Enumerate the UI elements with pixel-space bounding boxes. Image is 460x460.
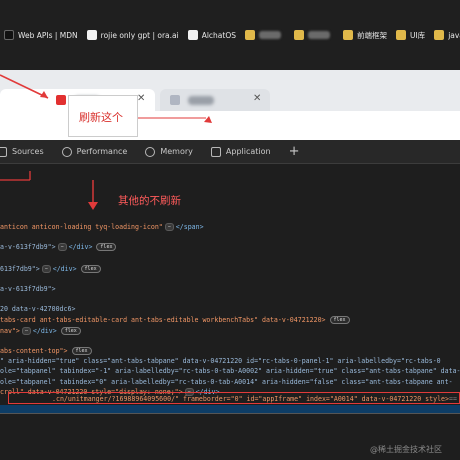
dom-node[interactable]: 613f7db9"> ⋯ </div> flex xyxy=(0,264,101,274)
devtools-tab-label: Performance xyxy=(76,147,128,156)
highlight-box xyxy=(8,392,460,404)
bookmarks-bar: Web APIs | MDN rojie only gpt | ora.ai A… xyxy=(0,0,460,70)
blurred-tab-title xyxy=(188,95,214,105)
elements-panel: anticon anticon-loading tyq-loading-icon… xyxy=(0,165,460,460)
add-tab-icon[interactable]: + xyxy=(289,144,300,159)
blurred-label xyxy=(307,31,330,39)
ellipsis-placeholder[interactable]: ⋯ xyxy=(41,265,51,273)
devtools-tab-sources[interactable]: Sources xyxy=(0,146,44,157)
flex-badge[interactable]: flex xyxy=(80,265,101,273)
close-icon[interactable]: ✕ xyxy=(137,93,145,104)
bookmark-label: javas xyxy=(448,30,460,40)
node-close-tag: </div> xyxy=(32,327,57,335)
dom-node[interactable]: 20 data-v-42700dc6> xyxy=(0,304,75,314)
folder-icon xyxy=(434,30,445,40)
folder-icon xyxy=(395,30,406,40)
devtools-tab-application[interactable]: Application xyxy=(210,146,271,157)
flex-badge[interactable]: flex xyxy=(329,316,350,324)
devtools-tab-label: Application xyxy=(225,147,271,156)
alchat-icon xyxy=(187,30,198,40)
divider xyxy=(0,413,460,414)
devtools-tab-label: Sources xyxy=(12,147,44,156)
memory-icon xyxy=(145,146,156,157)
bookmark-ora[interactable]: rojie only gpt | ora.ai xyxy=(83,26,184,44)
folder-icon xyxy=(244,30,255,40)
dom-node[interactable]: ole="tabpanel" tabindex="0" aria-labelle… xyxy=(0,377,453,387)
node-text: a-v-613f7db9"> xyxy=(0,285,56,293)
bookmark-label: 前端框架 xyxy=(356,30,387,40)
bookmark-folder-blurred-2[interactable] xyxy=(290,26,339,44)
node-text: nav"> xyxy=(0,327,20,335)
bookmark-alchat[interactable]: AlchatOS xyxy=(184,26,241,44)
devtools-tab-performance[interactable]: Performance xyxy=(61,146,128,157)
node-close-tag: </span> xyxy=(175,223,204,231)
annotation-others: 其他的不刷新 xyxy=(118,195,181,207)
node-text: ole="tabpanel" tabindex="0" aria-labelle… xyxy=(0,378,453,386)
blurred-label xyxy=(258,31,281,39)
bookmark-folder-frameworks[interactable]: 前端框架 xyxy=(339,26,392,44)
dom-node[interactable]: ole="tabpanel" tabindex="-1" aria-labell… xyxy=(0,366,460,376)
node-text: tabs-card ant-tabs-editable-card ant-tab… xyxy=(0,316,326,324)
annotation-refresh: 刷新这个 xyxy=(79,111,123,124)
ellipsis-placeholder[interactable]: ⋯ xyxy=(21,327,31,335)
dom-node[interactable]: anticon anticon-loading tyq-loading-icon… xyxy=(0,222,204,232)
node-text: ole="tabpanel" tabindex="-1" aria-labell… xyxy=(0,367,460,375)
node-text: anticon anticon-loading tyq-loading-icon… xyxy=(0,223,163,231)
node-text: abs-content-top"> xyxy=(0,347,68,355)
node-close-tag: </div> xyxy=(68,243,93,251)
selection-strip xyxy=(0,405,460,413)
bookmark-label: AlchatOS xyxy=(201,30,236,40)
devtools-tab-label: Memory xyxy=(160,147,193,156)
flex-badge[interactable]: flex xyxy=(96,243,117,251)
application-icon xyxy=(210,146,221,157)
folder-icon xyxy=(293,30,304,40)
sources-icon xyxy=(0,146,7,157)
dom-node[interactable]: abs-content-top"> flex xyxy=(0,346,92,356)
ellipsis-placeholder[interactable]: ⋯ xyxy=(164,223,174,231)
tab-favicon-icon xyxy=(56,95,66,105)
node-text: a-v-613f7db9"> xyxy=(0,243,56,251)
node-text: 613f7db9"> xyxy=(0,265,40,273)
bookmark-label: rojie only gpt | ora.ai xyxy=(100,30,179,40)
devtools-toolbar: Sources Performance Memory Application + xyxy=(0,140,460,164)
mdn-icon xyxy=(4,30,14,40)
tab-favicon-icon xyxy=(170,95,180,105)
node-text: 20 data-v-42700dc6> xyxy=(0,305,76,313)
openai-icon xyxy=(86,30,97,40)
folder-icon xyxy=(342,30,353,40)
node-close-tag: </div> xyxy=(52,265,77,273)
app-tab-inactive[interactable]: ✕ xyxy=(160,89,270,111)
flex-badge[interactable]: flex xyxy=(71,347,92,355)
watermark: @稀土掘金技术社区 xyxy=(370,445,442,454)
bookmark-folder-ui[interactable]: UI库 xyxy=(392,26,430,44)
bookmark-folder-blurred-1[interactable] xyxy=(241,26,290,44)
dom-node[interactable]: tabs-card ant-tabs-editable-card ant-tab… xyxy=(0,315,350,325)
devtools-tab-memory[interactable]: Memory xyxy=(145,146,193,157)
bookmark-label: Web APIs | MDN xyxy=(18,30,78,40)
node-text: " aria-hidden="true" class="ant-tabs-tab… xyxy=(0,357,441,365)
bookmark-folder-javas[interactable]: javas xyxy=(430,26,460,44)
ellipsis-placeholder[interactable]: ⋯ xyxy=(57,243,67,251)
bookmark-label: UI库 xyxy=(409,30,426,40)
bookmark-mdn[interactable]: Web APIs | MDN xyxy=(0,26,83,44)
performance-icon xyxy=(61,146,72,157)
dom-node[interactable]: a-v-613f7db9"> xyxy=(0,284,56,294)
flex-badge[interactable]: flex xyxy=(60,327,81,335)
dom-node[interactable]: a-v-613f7db9"> ⋯ </div> flex xyxy=(0,242,117,252)
dom-node[interactable]: nav"> ⋯ </div> flex xyxy=(0,326,81,336)
close-icon[interactable]: ✕ xyxy=(253,93,261,104)
dom-node[interactable]: " aria-hidden="true" class="ant-tabs-tab… xyxy=(0,356,441,366)
bookmarks-row: Web APIs | MDN rojie only gpt | ora.ai A… xyxy=(0,26,460,44)
